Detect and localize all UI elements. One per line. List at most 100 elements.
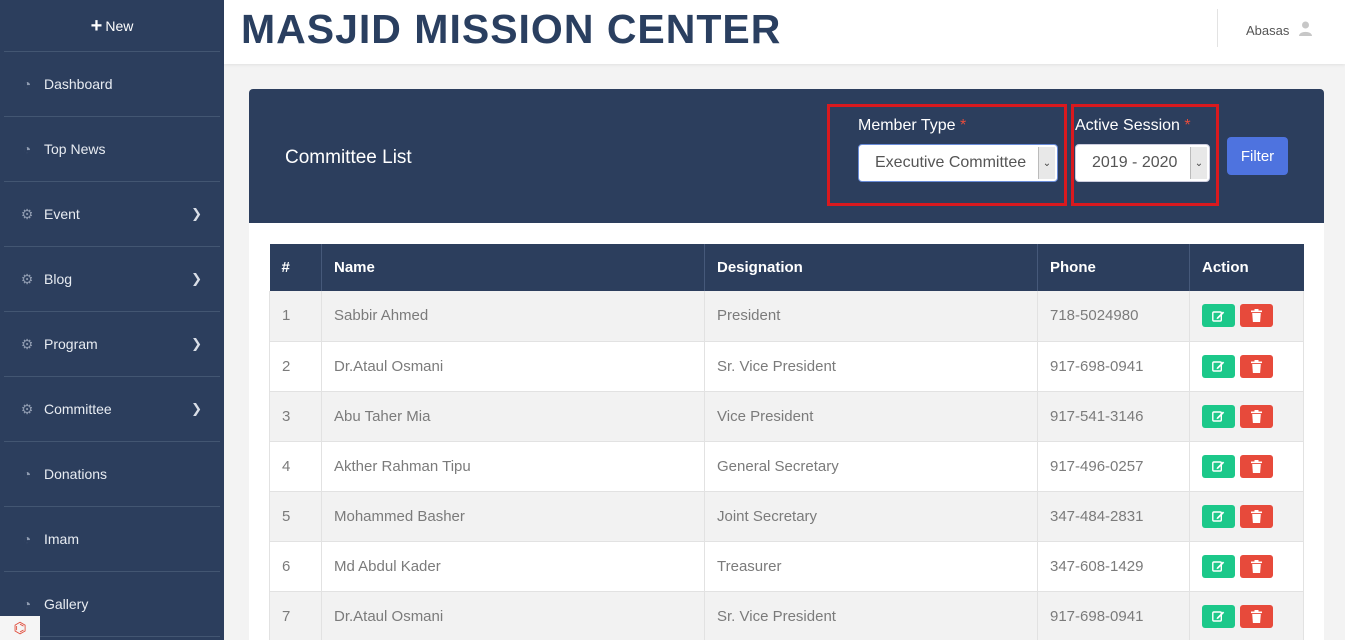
sidebar-item-committee[interactable]: ⚙ Committee ❯ (4, 377, 220, 442)
row-actions (1189, 591, 1304, 640)
row-actions (1189, 391, 1304, 442)
member-phone: 347-484-2831 (1037, 491, 1190, 542)
row-actions (1189, 491, 1304, 542)
edit-icon (1212, 611, 1225, 622)
sidebar-item-label: Committee (44, 401, 112, 417)
edit-icon (1212, 411, 1225, 422)
edit-button[interactable] (1202, 454, 1235, 478)
member-phone: 917-698-0941 (1037, 341, 1190, 392)
row-number: 6 (269, 541, 322, 592)
delete-button[interactable] (1240, 304, 1273, 328)
edit-button[interactable] (1202, 354, 1235, 378)
sidebar-item-label: Imam (44, 531, 79, 547)
edit-icon (1212, 311, 1225, 322)
member-designation: Sr. Vice President (704, 341, 1038, 392)
delete-button[interactable] (1240, 604, 1273, 628)
action-group (1202, 454, 1303, 478)
sidebar-item-label: Dashboard (44, 76, 113, 92)
delete-button[interactable] (1240, 454, 1273, 478)
sidebar-item-top-news[interactable]: ◔ Top News (4, 117, 220, 182)
member-name: Dr.Ataul Osmani (321, 341, 705, 392)
active-session-select[interactable]: 2019 - 2020 ⌄ (1075, 144, 1210, 182)
member-type-select[interactable]: Executive Committee ⌄ (858, 144, 1058, 182)
member-phone: 347-608-1429 (1037, 541, 1190, 592)
trash-icon (1251, 609, 1262, 623)
trash-icon (1251, 409, 1262, 423)
committee-table: # Name Designation Phone Action 1 Sabbir … (269, 244, 1304, 640)
row-number: 7 (269, 591, 322, 640)
row-number: 3 (269, 391, 322, 442)
member-name: Dr.Ataul Osmani (321, 591, 705, 640)
sidebar-item-donations[interactable]: ◔ Donations (4, 442, 220, 507)
table-header-row: # Name Designation Phone Action (269, 244, 1304, 291)
member-phone: 917-541-3146 (1037, 391, 1190, 442)
delete-button[interactable] (1240, 554, 1273, 578)
edit-button[interactable] (1202, 604, 1235, 628)
edit-icon (1212, 561, 1225, 572)
delete-button[interactable] (1240, 504, 1273, 528)
user-name: Abasas (1246, 23, 1290, 38)
edit-button[interactable] (1202, 554, 1235, 578)
plus-icon: + (90, 14, 103, 37)
row-number: 4 (269, 441, 322, 492)
gear-icon: ⚙ (20, 400, 34, 417)
filter-button[interactable]: Filter (1227, 137, 1288, 175)
new-button-label: New (105, 17, 134, 34)
table-row: 7 Dr.Ataul Osmani Sr. Vice President 917-69… (269, 591, 1304, 640)
row-actions (1189, 541, 1304, 592)
site-title: MASJID MISSION CENTER (241, 6, 782, 52)
column-header-name: Name (321, 244, 705, 291)
top-header: MASJID MISSION CENTER Abasas (224, 0, 1345, 64)
new-button[interactable]: + New (4, 0, 220, 52)
edit-icon (1212, 461, 1225, 472)
member-type-label: Member Type * (858, 117, 967, 134)
member-name: Md Abdul Kader (321, 541, 705, 592)
gear-icon: ⚙ (20, 335, 34, 352)
table-row: 6 Md Abdul Kader Treasurer 347-608-1429 (269, 541, 1304, 592)
sidebar-item-program[interactable]: ⚙ Program ❯ (4, 312, 220, 377)
gear-icon: ⚙ (20, 205, 34, 222)
row-number: 2 (269, 341, 322, 392)
member-phone: 917-496-0257 (1037, 441, 1190, 492)
row-actions (1189, 341, 1304, 392)
member-name: Sabbir Ahmed (321, 291, 705, 342)
action-group (1202, 504, 1303, 528)
delete-button[interactable] (1240, 404, 1273, 428)
edit-icon (1212, 511, 1225, 522)
member-phone: 917-698-0941 (1037, 591, 1190, 640)
sidebar-item-blog[interactable]: ⚙ Blog ❯ (4, 247, 220, 312)
active-session-group: Active Session * 2019 - 2020 ⌄ (1075, 117, 1210, 182)
trash-icon (1251, 509, 1262, 523)
chevron-right-icon: ❯ (191, 401, 202, 416)
edit-button[interactable] (1202, 504, 1235, 528)
sidebar-item-event[interactable]: ⚙ Event ❯ (4, 182, 220, 247)
chevron-right-icon: ❯ (191, 271, 202, 286)
user-menu[interactable]: Abasas (1246, 21, 1313, 40)
chevron-right-icon: ❯ (191, 336, 202, 351)
sidebar-item-label: Program (44, 336, 98, 352)
sidebar-item-label: Blog (44, 271, 73, 287)
sidebar-item-imam[interactable]: ◔ Imam (4, 507, 220, 572)
row-number: 5 (269, 491, 322, 542)
chevron-down-icon: ⌄ (1190, 147, 1207, 179)
sidebar-item-label: Donations (44, 466, 108, 482)
gear-icon: ⚙ (20, 270, 34, 287)
sidebar: + New ◔ Dashboard ◔ Top News ⚙ Event ❯ ⚙… (0, 0, 224, 640)
column-header-number: # (269, 244, 322, 291)
trash-icon (1251, 359, 1262, 373)
table-row: 1 Sabbir Ahmed President 718-5024980 (269, 291, 1304, 342)
row-actions (1189, 441, 1304, 492)
tachometer-icon: ◔ (22, 141, 32, 157)
laravel-logo-icon[interactable]: ⌬ (0, 616, 40, 640)
edit-button[interactable] (1202, 304, 1235, 328)
sidebar-item-dashboard[interactable]: ◔ Dashboard (4, 52, 220, 117)
delete-button[interactable] (1240, 354, 1273, 378)
table-row: 4 Akther Rahman Tipu General Secretary 917-… (269, 441, 1304, 492)
card-title: Committee List (285, 147, 412, 168)
active-session-label: Active Session * (1075, 117, 1191, 134)
sidebar-item-label: Event (44, 206, 80, 222)
member-designation: Vice President (704, 391, 1038, 442)
edit-button[interactable] (1202, 404, 1235, 428)
header-divider (1217, 9, 1218, 47)
chevron-right-icon: ❯ (191, 206, 202, 221)
